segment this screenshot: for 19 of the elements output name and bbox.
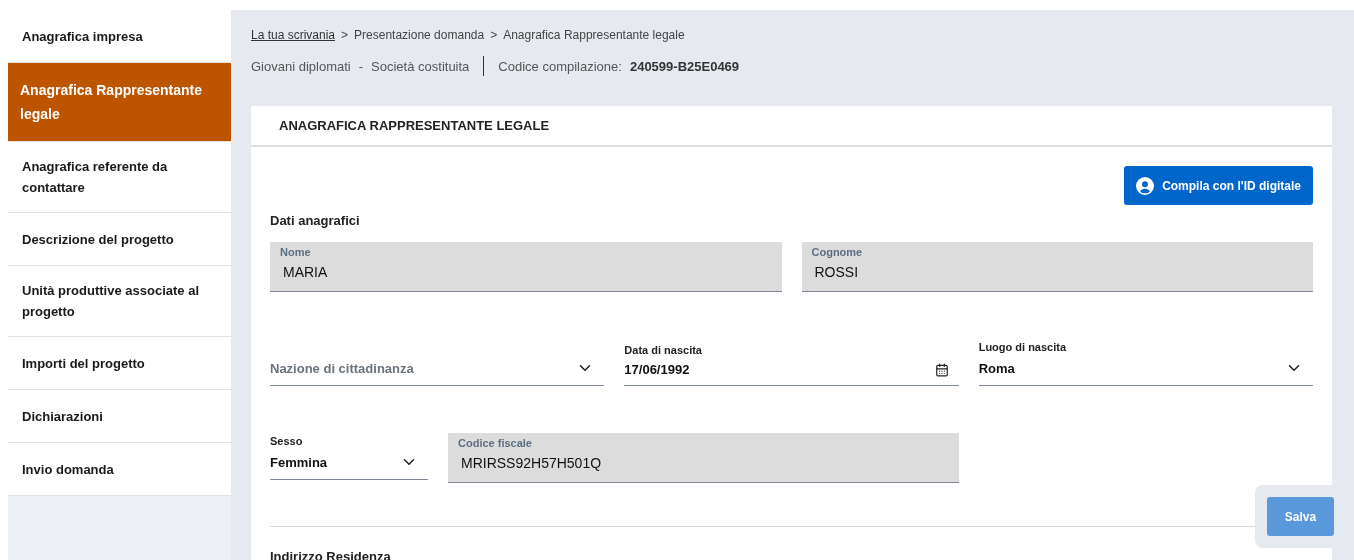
sidebar-item[interactable]: Anagrafica Rappresentante legale [8,63,231,142]
input-field[interactable]: Codice fiscale MRIRSS92H57H501Q [448,433,959,483]
code-value: 240599-B25E0469 [629,58,740,74]
section-title: Dati anagrafici [270,213,361,228]
breadcrumb-link[interactable]: La tua scrivania [251,28,336,42]
company-type: Società costituita [371,58,470,74]
program-name: Giovani diplomati [251,58,351,74]
user-icon [1136,176,1155,195]
breadcrumb-separator: > [341,28,349,42]
input-field[interactable]: Nome MARIA [270,242,782,292]
card-title: ANAGRAFICA RAPPRESENTANTE LEGALE [251,106,1332,147]
breadcrumb-separator: > [490,28,498,42]
breadcrumb-item: Anagrafica Rappresentante legale [503,28,685,42]
breadcrumb-item: Presentazione domanda [354,28,485,42]
digital-id-button[interactable]: Compila con l'ID digitale [1124,166,1313,205]
info-separator: - [358,58,364,74]
calendar-icon [934,362,949,377]
input-field[interactable]: Cognome ROSSI [801,242,1313,292]
code-label: Codice compilazione: [498,58,622,74]
